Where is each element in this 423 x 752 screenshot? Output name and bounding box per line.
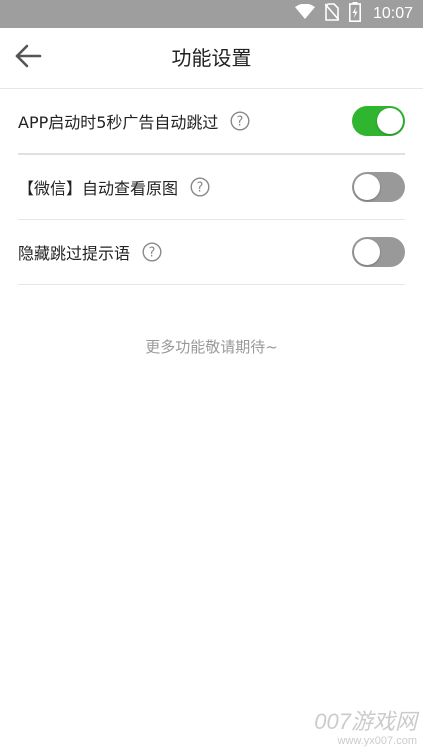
watermark-brand: 007游戏网	[314, 709, 417, 734]
svg-text:?: ?	[149, 246, 156, 261]
hide-skip-hint-toggle[interactable]	[352, 237, 405, 267]
svg-text:?: ?	[237, 115, 244, 130]
app-bar: 功能设置	[0, 28, 423, 89]
setting-row-hide-skip-hint: 隐藏跳过提示语 ?	[18, 220, 405, 285]
setting-label: 【微信】自动查看原图	[18, 179, 179, 198]
status-bar: 10:07	[0, 0, 423, 28]
question-circle-icon[interactable]: ?	[190, 177, 210, 197]
question-circle-icon[interactable]: ?	[142, 242, 162, 262]
wifi-icon	[294, 3, 315, 24]
status-time: 10:07	[372, 5, 413, 22]
status-icons: 10:07	[294, 0, 413, 28]
watermark-url: www.yx007.com	[337, 735, 417, 747]
wechat-original-toggle[interactable]	[352, 172, 405, 202]
battery-charging-icon	[348, 2, 361, 26]
settings-list: APP启动时5秒广告自动跳过 ? 【微信】自动查看原图 ? 隐藏跳过提示语 ?	[18, 89, 405, 285]
svg-text:?: ?	[197, 181, 204, 196]
ad-skip-toggle[interactable]	[352, 106, 405, 136]
back-button[interactable]	[10, 40, 46, 76]
setting-row-ad-skip: APP启动时5秒广告自动跳过 ?	[18, 89, 405, 155]
setting-label: APP启动时5秒广告自动跳过	[18, 113, 219, 132]
footer-note: 更多功能敬请期待~	[145, 338, 278, 356]
no-sim-icon	[324, 3, 340, 25]
question-circle-icon[interactable]: ?	[230, 111, 250, 131]
arrow-left-icon	[14, 44, 42, 72]
setting-row-wechat-original: 【微信】自动查看原图 ?	[18, 155, 405, 220]
setting-label: 隐藏跳过提示语	[18, 244, 131, 263]
toggle-knob	[377, 108, 403, 134]
toggle-knob	[354, 239, 380, 265]
watermark: 007游戏网 www.yx007.com	[314, 710, 417, 748]
page-title: 功能设置	[171, 46, 252, 70]
toggle-knob	[354, 174, 380, 200]
